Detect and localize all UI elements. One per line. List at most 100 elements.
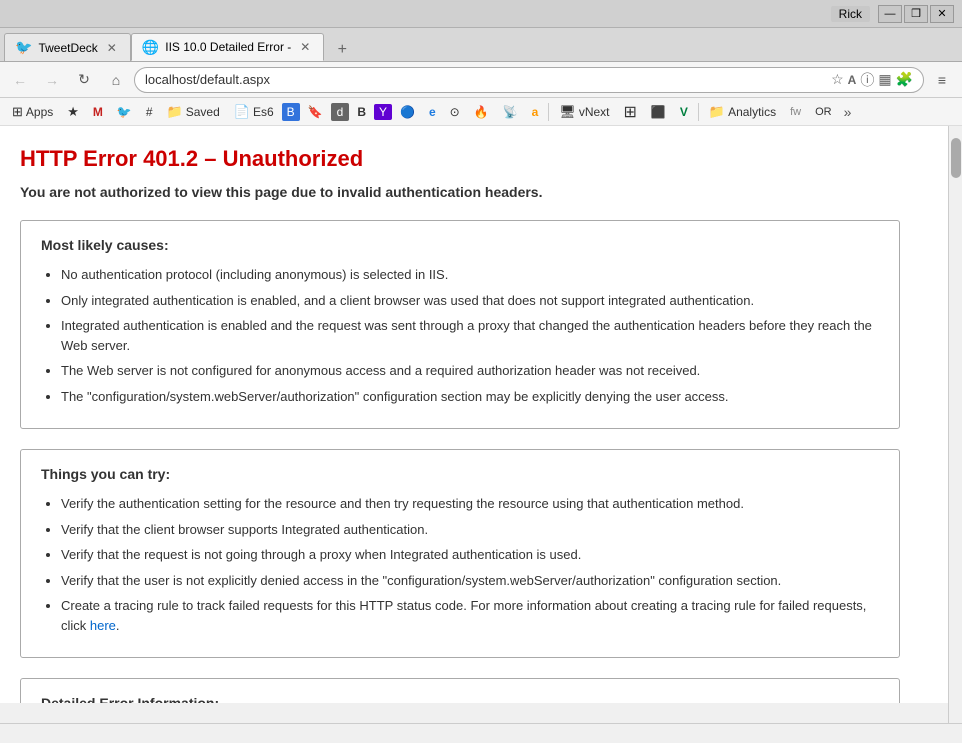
bookmark-d[interactable]: d — [331, 103, 350, 121]
amazon-label: a — [532, 105, 539, 119]
apps-icon: ⊞ — [12, 104, 23, 120]
window-controls: — ❒ ✕ — [878, 5, 954, 23]
hash-label: # — [146, 105, 153, 119]
d-label: d — [337, 105, 344, 119]
close-button[interactable]: ✕ — [930, 5, 954, 23]
back-button[interactable]: ← — [6, 66, 34, 94]
bookmark-flame[interactable]: 🔥 — [468, 103, 495, 121]
tab-iis-label: IIS 10.0 Detailed Error - — [165, 40, 291, 54]
bookmark-analytics[interactable]: 📁 Analytics — [703, 102, 782, 122]
windows-icon: ⊞ — [624, 102, 637, 122]
bookmark-twitter[interactable]: 🐦 — [111, 103, 138, 121]
vnext-icon: 🖥 — [559, 104, 576, 120]
forward-button[interactable]: → — [38, 66, 66, 94]
v-label: V — [680, 105, 688, 119]
blue-orb-icon: 🔵 — [400, 105, 415, 119]
bookmark-hash[interactable]: # — [140, 103, 159, 121]
try-item: Verify the authentication setting for th… — [61, 494, 879, 514]
rss-icon: 📡 — [503, 105, 518, 119]
bookmark-saved[interactable]: 📁 Saved — [161, 102, 226, 122]
try-item: Verify that the client browser supports … — [61, 520, 879, 540]
address-bar[interactable]: localhost/default.aspx ☆ A ⓘ ▦ 🧩 — [134, 67, 924, 93]
ie-label: e — [429, 105, 436, 119]
flame-icon: 🔥 — [474, 105, 489, 119]
try-title: Things you can try: — [41, 466, 879, 482]
restore-button[interactable]: ❒ — [904, 5, 928, 23]
bookmark-vnext[interactable]: 🖥 vNext — [553, 102, 615, 122]
reader-icon[interactable]: A — [848, 73, 857, 87]
scrollbar-thumb[interactable] — [951, 138, 961, 178]
bookmark-or[interactable]: OR — [809, 104, 838, 120]
bookmark2-icon: 🔖 — [308, 105, 323, 119]
new-tab-button[interactable]: + — [328, 39, 356, 61]
bookmark-ie[interactable]: e — [423, 103, 442, 121]
causes-section: Most likely causes: No authentication pr… — [20, 220, 900, 429]
try-item: Verify that the request is not going thr… — [61, 545, 879, 565]
try-list: Verify the authentication setting for th… — [61, 494, 879, 635]
bookmark-windows[interactable]: ⊞ — [618, 100, 643, 124]
try-item: Create a tracing rule to track failed re… — [61, 596, 879, 635]
bookmark-more[interactable]: » — [840, 102, 856, 122]
info-icon[interactable]: ⓘ — [860, 70, 874, 90]
qr-icon[interactable]: ▦ — [878, 71, 891, 88]
bookmark-b2[interactable]: B — [351, 103, 372, 121]
bookmark-v[interactable]: V — [674, 103, 694, 121]
saved-label: Saved — [186, 105, 220, 119]
tab-iis-error[interactable]: 🌐 IIS 10.0 Detailed Error - ✕ — [131, 33, 325, 61]
bookmark-sep1 — [548, 103, 549, 121]
ext-icon[interactable]: 🧩 — [896, 71, 913, 88]
vnext-label: vNext — [579, 105, 610, 119]
star-icon[interactable]: ☆ — [831, 71, 844, 88]
cause-item: No authentication protocol (including an… — [61, 265, 879, 285]
bookmark-blue-orb[interactable]: 🔵 — [394, 103, 421, 121]
tab-bar: 🐦 TweetDeck ✕ 🌐 IIS 10.0 Detailed Error … — [0, 28, 962, 62]
bookmark-sep2 — [698, 103, 699, 121]
bookmark-circle[interactable]: ⊙ — [444, 103, 466, 121]
es6-icon: 📄 — [234, 104, 250, 120]
causes-list: No authentication protocol (including an… — [61, 265, 879, 406]
tab-tweetdeck[interactable]: 🐦 TweetDeck ✕ — [4, 33, 131, 61]
bookmark-b-blue[interactable]: B — [282, 103, 300, 121]
cause-item: Integrated authentication is enabled and… — [61, 316, 879, 355]
bookmark-tiles[interactable]: ⬛ — [645, 103, 672, 121]
settings-button[interactable]: ≡ — [928, 66, 956, 94]
bookmark-amazon[interactable]: a — [526, 103, 545, 121]
browser-content[interactable]: HTTP Error 401.2 – Unauthorized You are … — [0, 126, 948, 703]
address-icons: ☆ A ⓘ ▦ 🧩 — [831, 70, 913, 90]
b-blue-label: B — [287, 105, 295, 119]
b2-label: B — [357, 105, 366, 119]
scrollbar-track[interactable] — [948, 126, 962, 723]
browser-wrapper: HTTP Error 401.2 – Unauthorized You are … — [0, 126, 962, 723]
star-bookmark-icon: ★ — [67, 104, 79, 120]
bookmark-bookmark2[interactable]: 🔖 — [302, 103, 329, 121]
bookmark-rss[interactable]: 📡 — [497, 103, 524, 121]
y-label: Y — [379, 105, 387, 119]
minimize-button[interactable]: — — [878, 5, 902, 23]
error-title: HTTP Error 401.2 – Unauthorized — [20, 146, 900, 172]
bookmark-es6[interactable]: 📄 Es6 — [228, 102, 280, 122]
address-text: localhost/default.aspx — [145, 72, 825, 87]
saved-icon: 📁 — [167, 104, 183, 120]
bookmark-fw[interactable]: fw — [784, 104, 807, 120]
bookmark-gmail[interactable]: M — [87, 103, 109, 121]
causes-title: Most likely causes: — [41, 237, 879, 253]
twitter-icon: 🐦 — [117, 105, 132, 119]
tab-tweetdeck-label: TweetDeck — [38, 41, 97, 55]
refresh-button[interactable]: ↻ — [70, 66, 98, 94]
tiles-icon: ⬛ — [651, 105, 666, 119]
tab-tweetdeck-close[interactable]: ✕ — [104, 41, 120, 55]
bookmark-y[interactable]: Y — [374, 104, 392, 120]
title-bar: Rick — ❒ ✕ — [0, 0, 962, 28]
here-link[interactable]: here — [90, 618, 116, 633]
tweetdeck-icon: 🐦 — [15, 39, 32, 56]
analytics-icon: 📁 — [709, 104, 725, 120]
bookmark-star[interactable]: ★ — [61, 102, 85, 122]
iis-icon: 🌐 — [142, 39, 159, 56]
bookmark-apps[interactable]: ⊞ Apps — [6, 102, 59, 122]
home-button[interactable]: ⌂ — [102, 66, 130, 94]
cause-item: The "configuration/system.webServer/auth… — [61, 387, 879, 407]
try-section: Things you can try: Verify the authentic… — [20, 449, 900, 658]
detail-title: Detailed Error Information: — [41, 695, 879, 703]
tab-iis-close[interactable]: ✕ — [297, 40, 313, 54]
bookmark-apps-label: Apps — [26, 105, 53, 119]
